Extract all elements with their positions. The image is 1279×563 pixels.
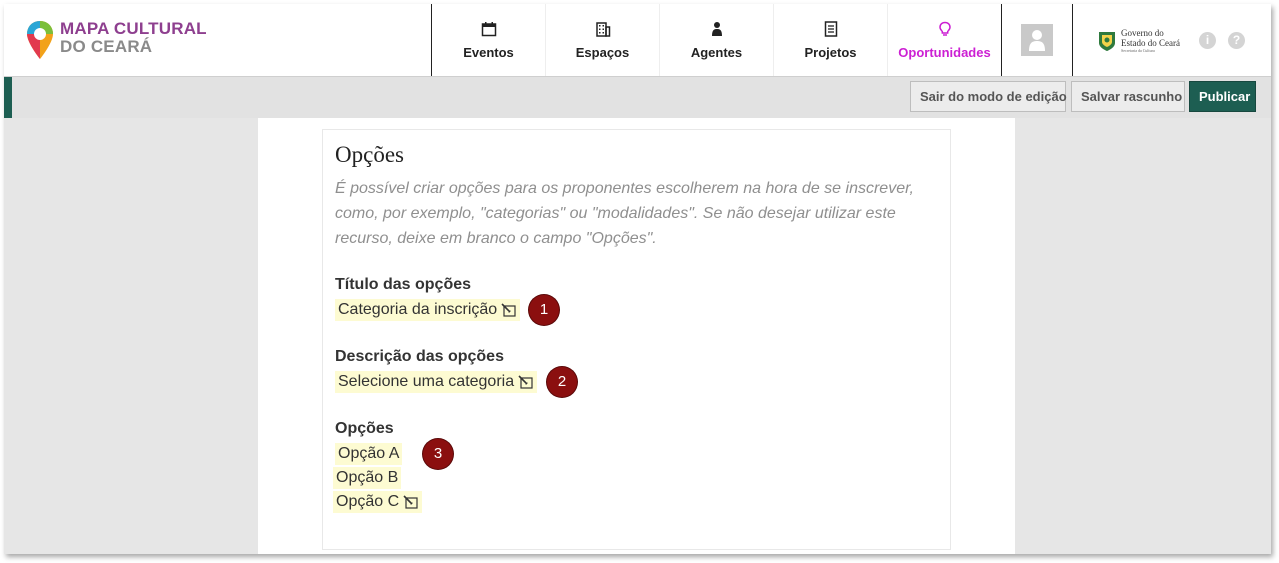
publish-button[interactable]: Publicar — [1189, 81, 1256, 112]
nav-agentes[interactable]: Agentes — [660, 4, 774, 76]
site-logo[interactable]: MAPA CULTURAL DO CEARÁ — [26, 20, 207, 60]
options-title-value: Categoria da inscrição — [338, 301, 498, 318]
nav-espacos-label: Espaços — [575, 44, 630, 60]
callout-badge-1: 1 — [529, 295, 559, 325]
building-icon — [595, 21, 610, 37]
user-silhouette-icon — [1028, 30, 1045, 51]
nav-projetos[interactable]: Projetos — [774, 4, 888, 76]
callout-badge-3: 3 — [423, 439, 453, 469]
callout-badge-2: 2 — [547, 367, 577, 397]
nav-eventos-label: Eventos — [463, 44, 514, 60]
document-icon — [824, 20, 837, 37]
person-icon — [711, 21, 722, 36]
edit-icon[interactable] — [518, 375, 534, 389]
logo-line-2: DO CEARÁ — [60, 37, 153, 56]
nav-eventos[interactable]: Eventos — [432, 4, 546, 76]
main-nav: Eventos Espaços Agentes Projetos Oportun… — [431, 4, 1002, 76]
gov-line-3: Secretaria da Cultura — [1121, 48, 1155, 53]
state-seal-icon — [1099, 31, 1115, 51]
options-list-label: Opções — [335, 420, 394, 437]
section-description: É possível criar opções para os proponen… — [335, 180, 914, 247]
options-title-label: Título das opções — [335, 276, 472, 293]
options-description-field[interactable]: Selecione uma categoria — [335, 371, 538, 393]
nav-espacos[interactable]: Espaços — [546, 4, 660, 76]
avatar[interactable] — [1020, 24, 1053, 56]
lightbulb-icon — [938, 21, 951, 36]
nav-projetos-label: Projetos — [804, 44, 857, 60]
options-description-value: Selecione uma categoria — [338, 373, 515, 390]
user-menu[interactable] — [1001, 4, 1073, 76]
gov-line-1: Governo do — [1121, 28, 1164, 38]
gov-line-2: Estado do Ceará — [1121, 38, 1180, 48]
options-description-label: Descrição das opções — [335, 348, 504, 365]
list-item: Opção C — [333, 491, 423, 513]
edit-icon[interactable] — [403, 495, 419, 509]
app-window: MAPA CULTURAL DO CEARÁ Eventos Espaços A… — [4, 4, 1271, 554]
option-a: Opção A — [338, 445, 400, 462]
nav-oportunidades[interactable]: Oportunidades — [888, 4, 1002, 76]
government-logo[interactable]: Governo do Estado do Ceará Secretaria da… — [1098, 28, 1180, 53]
top-header: MAPA CULTURAL DO CEARÁ Eventos Espaços A… — [4, 4, 1271, 77]
help-icon[interactable]: ? — [1228, 32, 1245, 49]
toolbar-accent-bar — [4, 77, 12, 118]
main-content: Opções É possível criar opções para os p… — [258, 118, 1015, 554]
save-draft-button[interactable]: Salvar rascunho — [1071, 81, 1185, 112]
exit-edit-mode-button[interactable]: Sair do modo de edição — [910, 81, 1067, 112]
options-section: Opções É possível criar opções para os p… — [322, 129, 951, 550]
map-pin-logo-icon — [27, 21, 53, 59]
nav-agentes-label: Agentes — [690, 44, 743, 60]
edit-icon[interactable] — [501, 303, 517, 317]
list-item: Opção B — [333, 467, 402, 489]
options-title-field[interactable]: Categoria da inscrição — [335, 299, 521, 321]
option-b: Opção B — [336, 469, 399, 486]
logo-line-1: MAPA CULTURAL — [60, 19, 207, 38]
section-title: Opções — [335, 142, 404, 167]
option-c: Opção C — [336, 493, 400, 510]
nav-oportunidades-label: Oportunidades — [898, 44, 991, 60]
calendar-icon — [481, 21, 496, 36]
info-icon[interactable]: i — [1199, 32, 1216, 49]
edit-toolbar: Sair do modo de edição Salvar rascunho P… — [4, 77, 1271, 118]
list-item: Opção A — [335, 443, 403, 465]
